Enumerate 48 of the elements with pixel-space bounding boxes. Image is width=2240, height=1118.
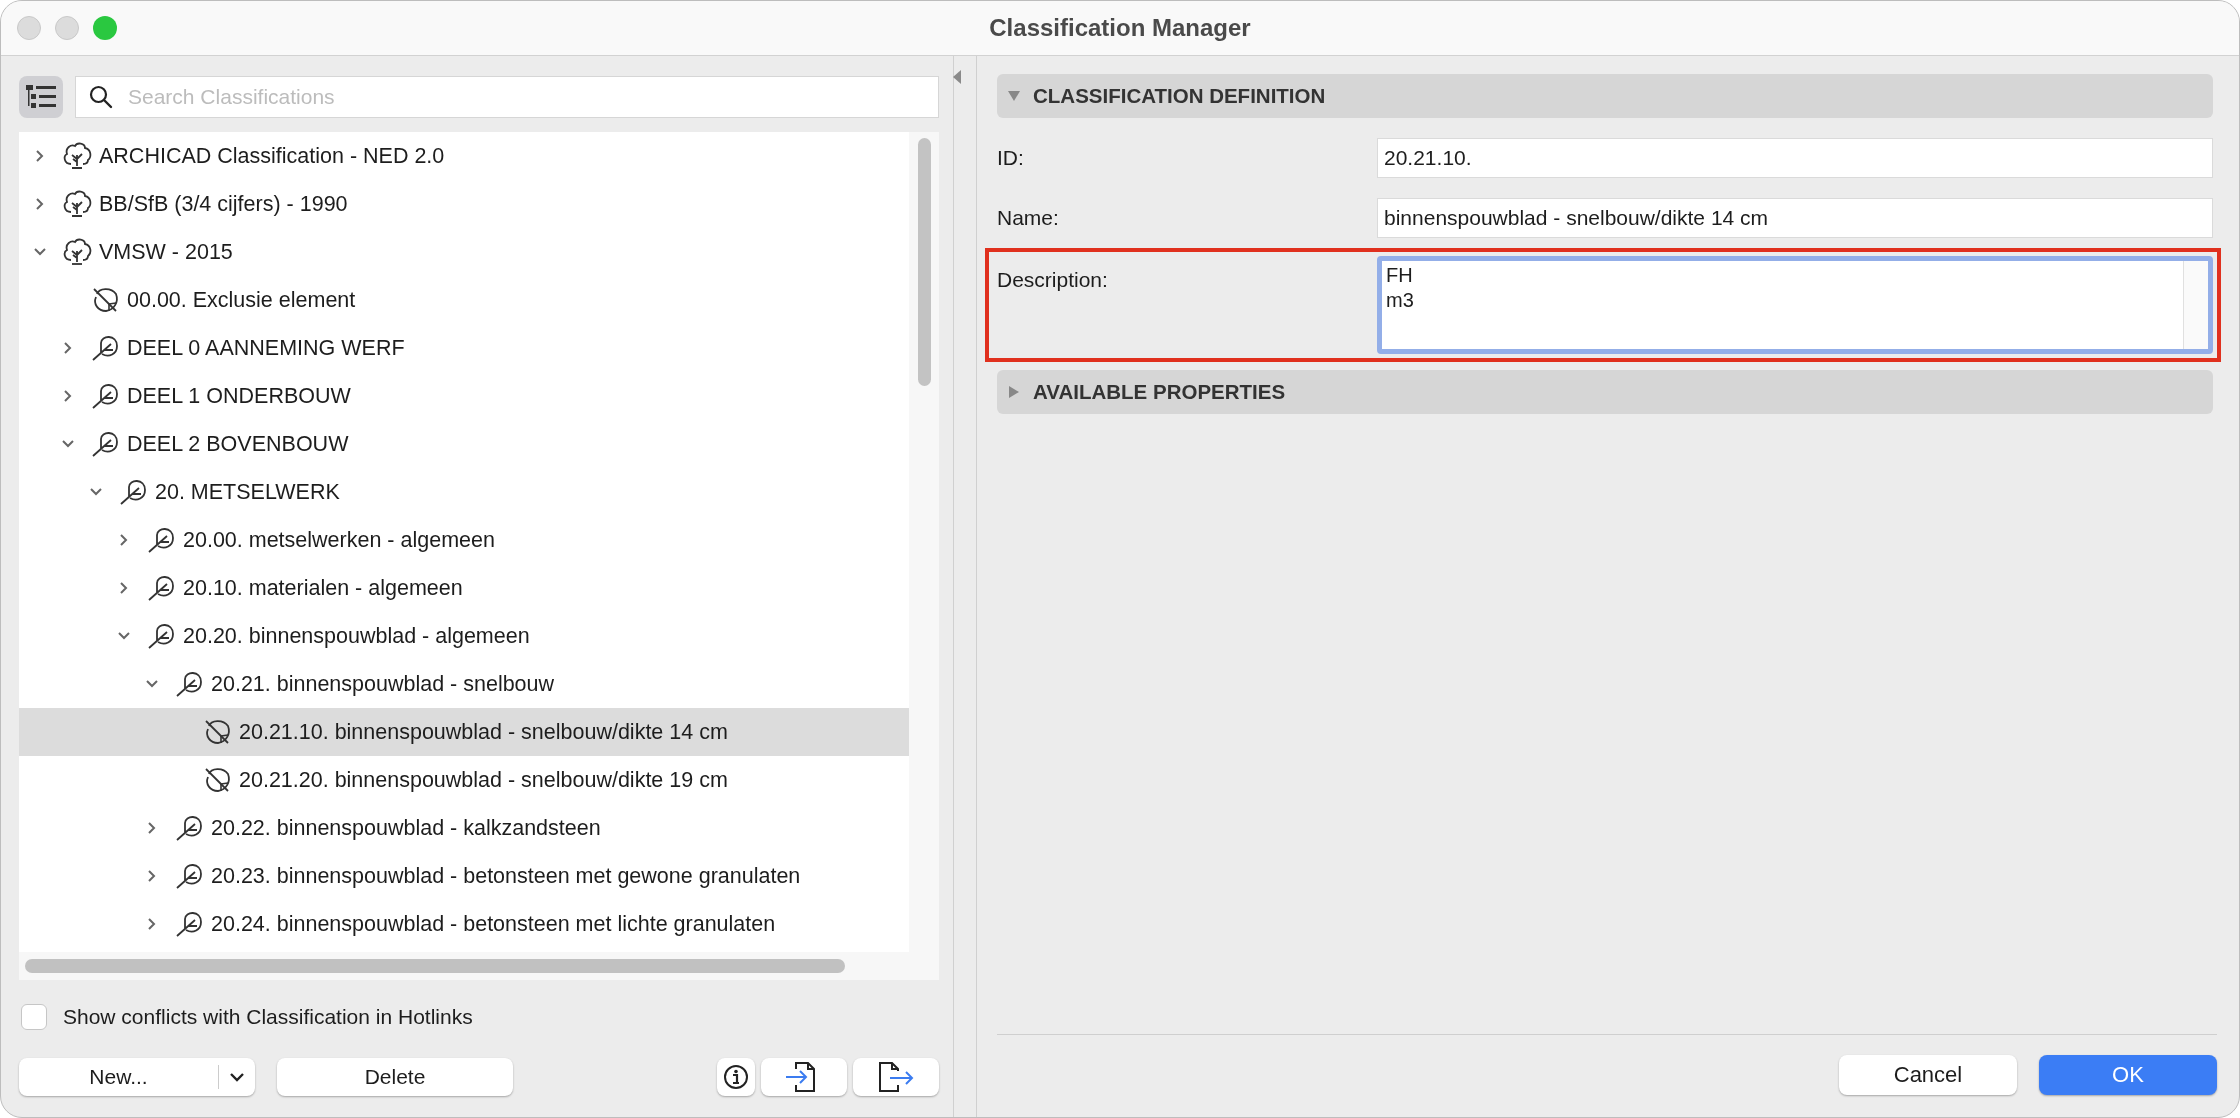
tree-row[interactable]: 20.22. binnenspouwblad - kalkzandsteen [19, 804, 909, 852]
tree-row[interactable]: 00.00. Exclusie element [19, 276, 909, 324]
cancel-button[interactable]: Cancel [1839, 1055, 2017, 1095]
collapse-arrow-icon[interactable] [953, 70, 961, 84]
tree-row[interactable]: 20.23. binnenspouwblad - betonsteen met gewone granulaten [19, 852, 909, 900]
tree-row[interactable]: 20.00. metselwerken - algemeen [19, 516, 909, 564]
field-label: Name: [997, 206, 1060, 230]
tree-row[interactable]: VMSW - 2015 [19, 228, 909, 276]
tree-row[interactable]: 20.20. binnenspouwblad - algemeen [19, 612, 909, 660]
info-icon [723, 1064, 749, 1090]
text-field[interactable]: 20.21.10. [1377, 138, 2213, 178]
tree-view-button[interactable] [19, 76, 63, 118]
tree-row[interactable]: 20.24. binnenspouwblad - betonsteen met lichte granulaten [19, 900, 909, 948]
tree-row[interactable]: BB/SfB (3/4 cijfers) - 1990 [19, 180, 909, 228]
tree-row[interactable]: 20.21. binnenspouwblad - snelbouw [19, 660, 909, 708]
tree-row[interactable]: DEEL 1 ONDERBOUW [19, 372, 909, 420]
field-label: Description: [997, 267, 1109, 292]
ok-button[interactable]: OK [2039, 1055, 2217, 1095]
tree-row[interactable]: ARCHICAD Classification - NED 2.0 [19, 132, 909, 180]
description-field[interactable]: FH m3 [1377, 256, 2213, 354]
section-header[interactable]: CLASSIFICATION DEFINITION [997, 74, 2213, 118]
tree-icon [61, 140, 93, 172]
info-button[interactable] [717, 1058, 755, 1096]
tree-row[interactable]: DEEL 0 AANNEMING WERF [19, 324, 909, 372]
tree-row[interactable]: 20.10. materialen - algemeen [19, 564, 909, 612]
section-header[interactable]: AVAILABLE PROPERTIES [997, 370, 2213, 414]
text-field[interactable]: binnenspouwblad - snelbouw/dikte 14 cm [1377, 198, 2213, 238]
vertical-scrollbar[interactable] [917, 138, 931, 386]
field-label: ID: [997, 146, 1025, 170]
checkbox[interactable] [21, 1004, 47, 1030]
tree-icon [61, 188, 93, 220]
new-split-button[interactable]: New... [19, 1058, 255, 1096]
tree-row[interactable]: 20.21.20. binnenspouwblad - snelbouw/dikte 19 cm [19, 756, 909, 804]
window-title: Classification Manager [989, 14, 1251, 42]
delete-button[interactable]: Delete [277, 1058, 513, 1096]
export-button[interactable] [853, 1058, 939, 1096]
search-field[interactable]: Search Classifications [75, 76, 939, 118]
export-file-icon [876, 1061, 916, 1093]
import-button[interactable] [761, 1058, 847, 1096]
horizontal-scrollbar[interactable] [25, 959, 845, 973]
tree-row[interactable]: 20.21.10. binnenspouwblad - snelbouw/dikte 14 cm [19, 708, 909, 756]
chevron-down-icon [229, 1072, 245, 1082]
tree-row[interactable]: 20. METSELWERK [19, 468, 909, 516]
search-input[interactable]: Search Classifications [128, 78, 938, 116]
search-icon [88, 84, 114, 110]
tree-row[interactable]: DEEL 2 BOVENBOUW [19, 420, 909, 468]
tree-icon [61, 236, 93, 268]
checkbox-label: Show conflicts with Classification in Hotlinks [63, 1005, 473, 1029]
